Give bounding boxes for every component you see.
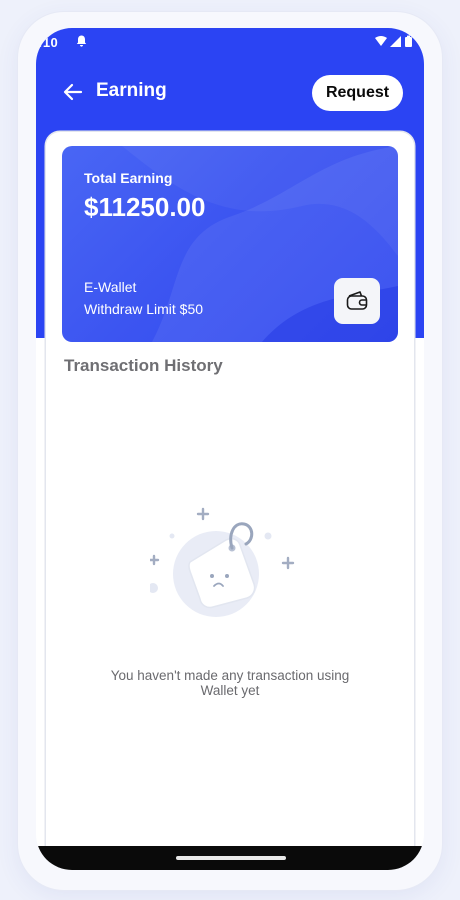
total-earning-amount: $11250.00 (84, 192, 206, 222)
system-nav-bar (36, 846, 424, 870)
back-arrow-icon[interactable] (62, 81, 84, 103)
empty-tag-illustration (150, 507, 295, 617)
empty-message-line2: Wallet yet (200, 683, 260, 698)
content-card: Total Earning $11250.00 E-Wallet Withdra… (46, 132, 414, 870)
phone-screen: :10 Earning Request Total Earning $11250… (36, 28, 424, 870)
empty-message-line1: You haven't made any transaction using (110, 668, 350, 683)
signal-icon (390, 36, 401, 47)
wallet-icon (346, 291, 368, 310)
status-bar: :10 (36, 28, 424, 56)
ewallet-label: E-Wallet (84, 279, 137, 295)
status-time: :10 (38, 35, 59, 50)
transaction-history-title: Transaction History (64, 356, 223, 375)
battery-icon (405, 35, 412, 47)
status-icons (374, 35, 414, 51)
home-indicator[interactable] (176, 856, 286, 860)
page-title: Earning (96, 80, 167, 101)
notification-bell-icon (76, 35, 87, 50)
earning-card: Total Earning $11250.00 E-Wallet Withdra… (62, 146, 398, 342)
request-button[interactable]: Request (312, 75, 403, 111)
total-earning-label: Total Earning (84, 170, 173, 186)
withdraw-limit-label: Withdraw Limit $50 (84, 301, 204, 317)
empty-state-message: You haven't made any transaction using W… (80, 668, 380, 698)
wallet-button[interactable] (334, 278, 380, 324)
wifi-icon (375, 36, 387, 46)
